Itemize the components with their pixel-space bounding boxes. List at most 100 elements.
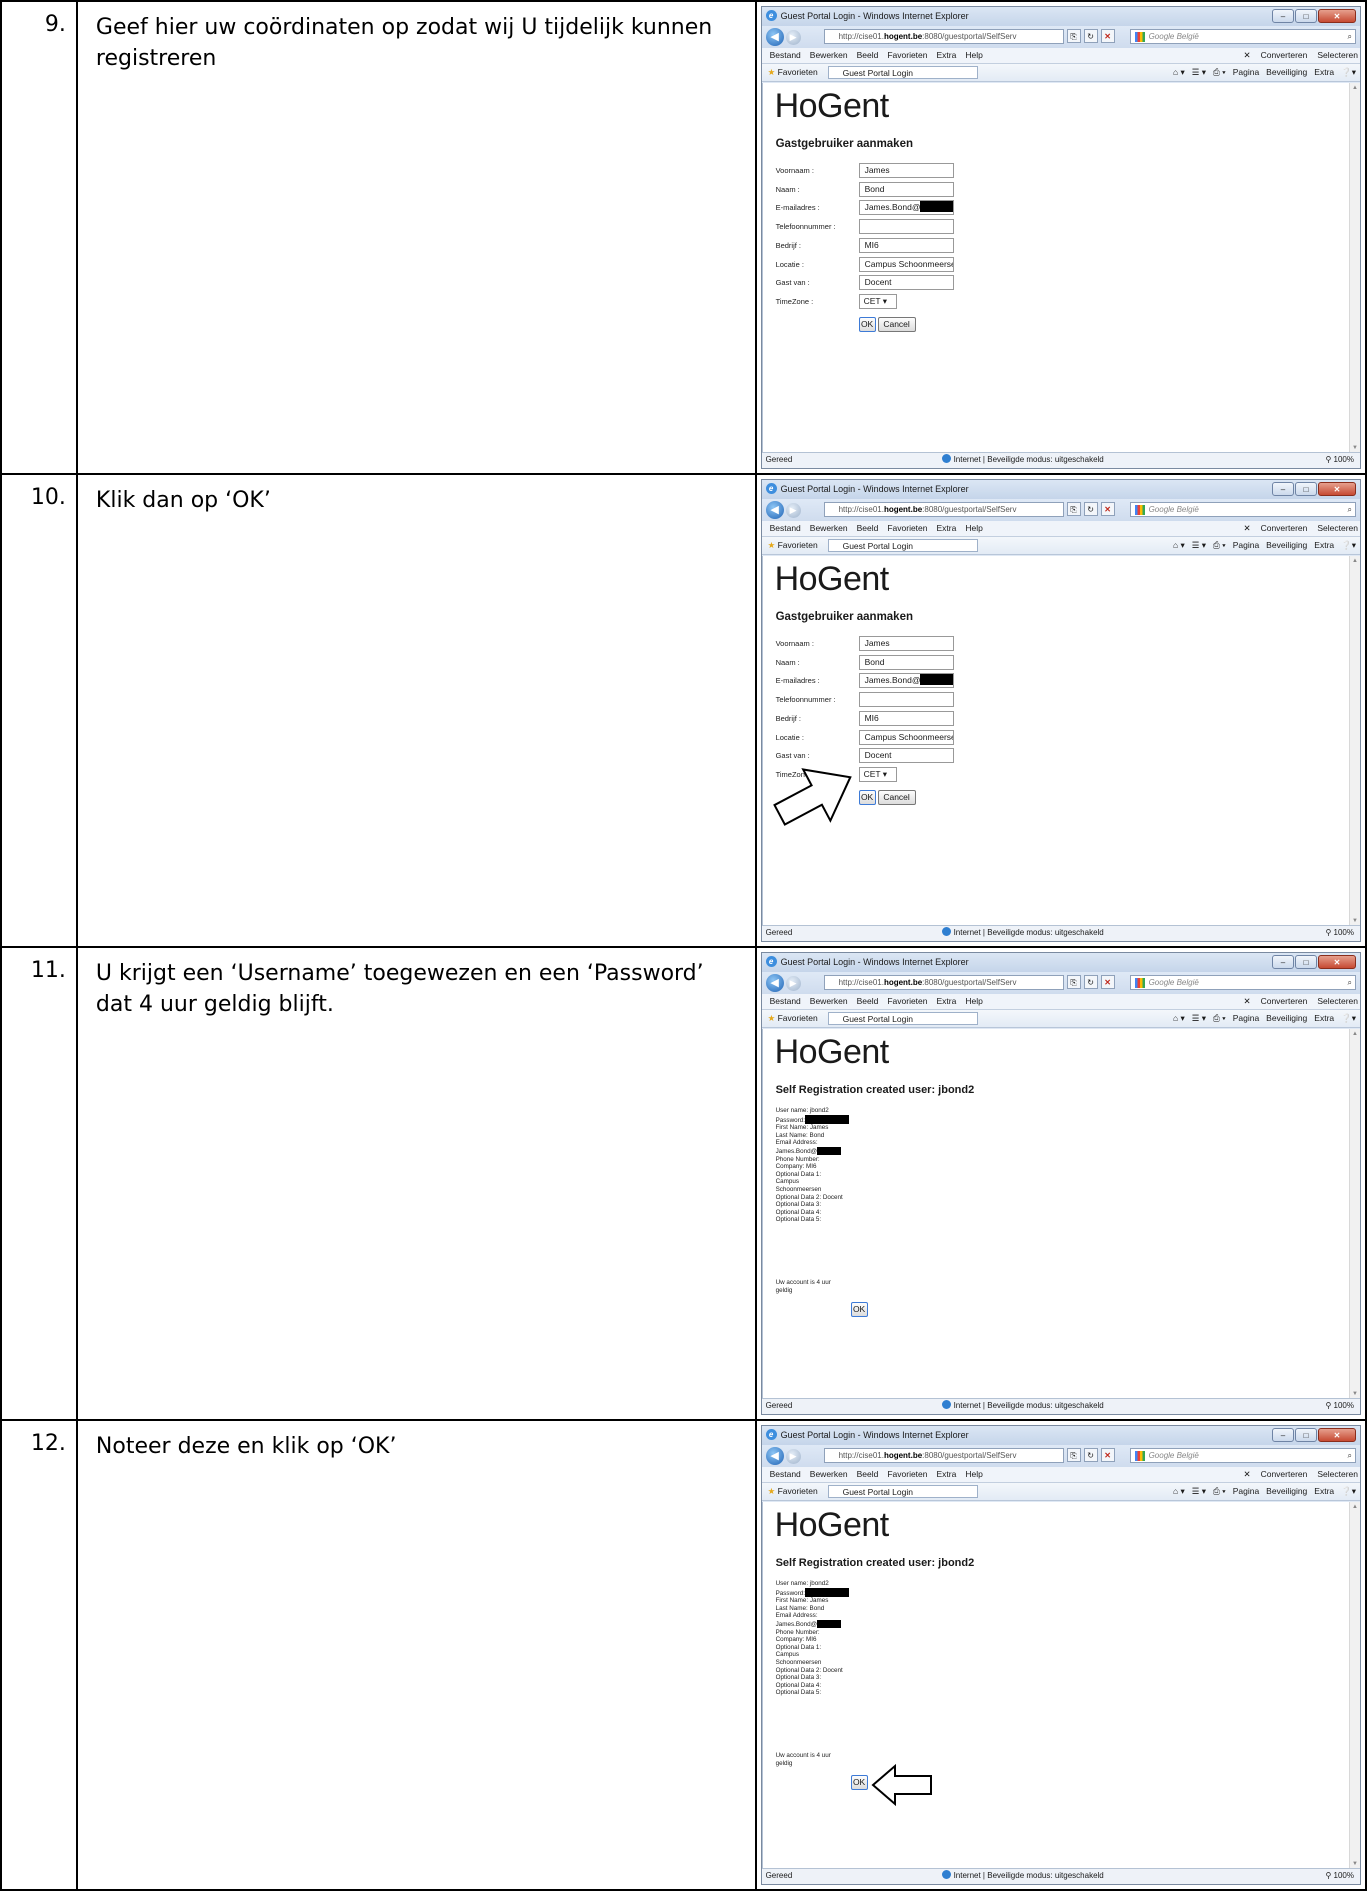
maximize-button[interactable]: □ (1295, 9, 1317, 23)
field-input[interactable]: Campus Schoonmeersen (858, 256, 954, 272)
zoom-control[interactable]: ⚲ 100% (1325, 926, 1354, 940)
menu-item-help[interactable]: Help (965, 1469, 982, 1479)
close-toolbar-icon[interactable]: ✕ (1243, 996, 1250, 1006)
back-button[interactable]: ◀ (765, 501, 784, 519)
close-toolbar-icon[interactable]: ✕ (1243, 1469, 1250, 1479)
field-input[interactable] (858, 219, 954, 235)
scroll-up-icon[interactable]: ▲ (1352, 1504, 1358, 1510)
menu-item-favorieten[interactable]: Favorieten (887, 523, 927, 533)
menu-item-help[interactable]: Help (965, 996, 982, 1006)
menu-item-extra[interactable]: Extra (937, 1469, 957, 1479)
menu-item-bestand[interactable]: Bestand (770, 1469, 801, 1479)
menu-item-favorieten[interactable]: Favorieten (887, 50, 927, 60)
menu-item-bestand[interactable]: Bestand (770, 50, 801, 60)
stop-icon[interactable]: ✕ (1100, 502, 1115, 516)
command-beveiliging[interactable]: Beveiliging (1266, 540, 1307, 550)
menu-item-bewerken[interactable]: Bewerken (810, 523, 848, 533)
cancel-button[interactable]: Cancel (877, 789, 916, 805)
close-window-button[interactable]: ✕ (1318, 955, 1356, 969)
menu-item-bewerken[interactable]: Bewerken (810, 1469, 848, 1479)
field-input[interactable]: Docent (858, 275, 954, 291)
minimize-button[interactable]: – (1272, 1428, 1294, 1442)
print-icon[interactable]: ⎙ ▾ (1213, 67, 1226, 77)
menu-item-favorieten[interactable]: Favorieten (887, 996, 927, 1006)
compatibility-icon[interactable]: ⎘ (1066, 975, 1081, 989)
favorites-button[interactable]: ★ Favorieten (768, 1010, 818, 1027)
stop-icon[interactable]: ✕ (1100, 29, 1115, 43)
command-beveiliging[interactable]: Beveiliging (1266, 1486, 1307, 1496)
back-button[interactable]: ◀ (765, 28, 784, 46)
tab-guest-portal[interactable]: Guest Portal Login (827, 539, 978, 552)
ok-button[interactable]: OK (858, 789, 876, 805)
tab-guest-portal[interactable]: Guest Portal Login (827, 66, 978, 79)
timezone-select[interactable]: CET ▾ (858, 293, 897, 309)
scroll-up-icon[interactable]: ▲ (1352, 558, 1358, 564)
field-input[interactable]: Bond (858, 654, 954, 670)
command-extra[interactable]: Extra (1314, 1013, 1334, 1023)
timezone-select[interactable]: CET ▾ (858, 766, 897, 782)
command-extra[interactable]: Extra (1314, 1486, 1334, 1496)
field-input[interactable]: James (858, 636, 954, 651)
close-toolbar-icon[interactable]: ✕ (1243, 50, 1250, 60)
menu-item-bestand[interactable]: Bestand (770, 996, 801, 1006)
menu-item-beeld[interactable]: Beeld (857, 523, 879, 533)
field-input[interactable]: Bond (858, 181, 954, 197)
ok-button[interactable]: OK (850, 1775, 868, 1790)
command-extra[interactable]: Extra (1314, 67, 1334, 77)
command-pagina[interactable]: Pagina (1233, 540, 1259, 550)
menu-item-help[interactable]: Help (965, 50, 982, 60)
close-window-button[interactable]: ✕ (1318, 9, 1356, 23)
menu-right-selecteren[interactable]: Selecteren (1317, 996, 1358, 1006)
field-input[interactable]: James.Bond@ (858, 200, 954, 216)
forward-button[interactable]: ▶ (785, 1449, 801, 1464)
menu-right-selecteren[interactable]: Selecteren (1317, 523, 1358, 533)
search-input[interactable]: Google België ⌕ (1129, 29, 1356, 44)
stop-icon[interactable]: ✕ (1100, 1448, 1115, 1462)
minimize-button[interactable]: – (1272, 955, 1294, 969)
feeds-icon[interactable]: ☰ ▾ (1192, 540, 1206, 550)
scroll-down-icon[interactable]: ▼ (1352, 1391, 1358, 1397)
field-input[interactable]: James.Bond@ (858, 673, 954, 689)
feeds-icon[interactable]: ☰ ▾ (1192, 67, 1206, 77)
close-window-button[interactable]: ✕ (1318, 1428, 1356, 1442)
print-icon[interactable]: ⎙ ▾ (1213, 540, 1226, 550)
vertical-scrollbar[interactable]: ▲ ▼ (1349, 1502, 1360, 1869)
command-beveiliging[interactable]: Beveiliging (1266, 67, 1307, 77)
ok-button[interactable]: OK (850, 1302, 868, 1317)
search-input[interactable]: Google België ⌕ (1129, 502, 1356, 517)
scroll-down-icon[interactable]: ▼ (1352, 918, 1358, 924)
menu-right-selecteren[interactable]: Selecteren (1317, 1469, 1358, 1479)
field-input[interactable] (858, 692, 954, 708)
menu-right-converteren[interactable]: Converteren (1261, 996, 1308, 1006)
field-input[interactable]: MI6 (858, 710, 954, 726)
menu-item-bewerken[interactable]: Bewerken (810, 50, 848, 60)
compatibility-icon[interactable]: ⎘ (1066, 29, 1081, 43)
refresh-icon[interactable]: ↻ (1083, 1448, 1098, 1462)
command-pagina[interactable]: Pagina (1233, 67, 1259, 77)
back-button[interactable]: ◀ (765, 1447, 784, 1465)
feeds-icon[interactable]: ☰ ▾ (1192, 1013, 1206, 1023)
vertical-scrollbar[interactable]: ▲ ▼ (1349, 83, 1360, 453)
address-input[interactable]: http://cise01.hogent.be:8080/guestportal… (823, 502, 1064, 517)
home-icon[interactable]: ⌂ ▾ (1173, 540, 1185, 550)
command-extra[interactable]: Extra (1314, 540, 1334, 550)
search-input[interactable]: Google België ⌕ (1129, 1448, 1356, 1463)
forward-button[interactable]: ▶ (785, 30, 801, 45)
home-icon[interactable]: ⌂ ▾ (1173, 1013, 1185, 1023)
help-icon[interactable]: ❔▾ (1341, 67, 1356, 77)
print-icon[interactable]: ⎙ ▾ (1213, 1486, 1226, 1496)
maximize-button[interactable]: □ (1295, 482, 1317, 496)
scroll-up-icon[interactable]: ▲ (1352, 85, 1358, 91)
menu-item-favorieten[interactable]: Favorieten (887, 1469, 927, 1479)
print-icon[interactable]: ⎙ ▾ (1213, 1013, 1226, 1023)
menu-item-extra[interactable]: Extra (937, 523, 957, 533)
zoom-control[interactable]: ⚲ 100% (1325, 453, 1354, 467)
command-pagina[interactable]: Pagina (1233, 1013, 1259, 1023)
menu-right-converteren[interactable]: Converteren (1261, 523, 1308, 533)
menu-item-beeld[interactable]: Beeld (857, 50, 879, 60)
address-input[interactable]: http://cise01.hogent.be:8080/guestportal… (823, 1448, 1064, 1463)
menu-item-beeld[interactable]: Beeld (857, 996, 879, 1006)
command-pagina[interactable]: Pagina (1233, 1486, 1259, 1496)
minimize-button[interactable]: – (1272, 482, 1294, 496)
refresh-icon[interactable]: ↻ (1083, 502, 1098, 516)
